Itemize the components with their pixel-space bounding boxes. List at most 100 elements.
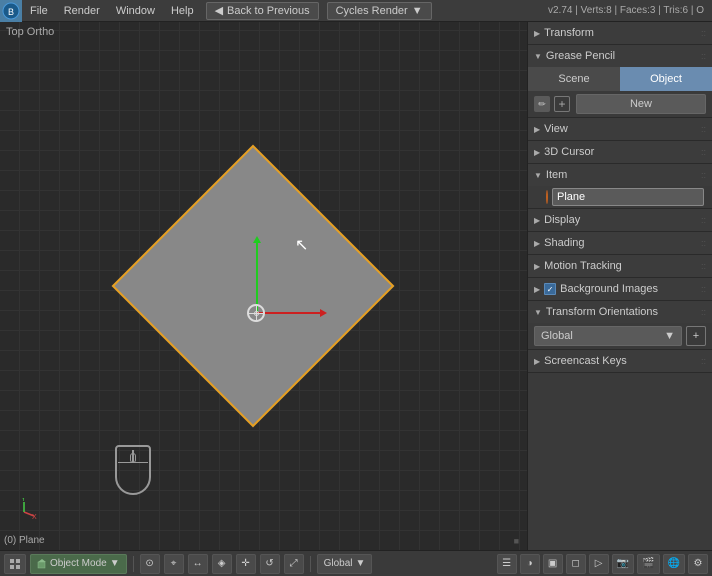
camera-button[interactable]: 📷 [612,554,634,574]
transform-section: Transform :: [528,22,712,45]
object-mode-button[interactable]: Object Mode ▼ [30,554,127,574]
viewport-canvas: Top Ortho ↖ [0,22,527,550]
properties-panel: Transform :: Grease Pencil :: Scene Obje… [527,22,712,550]
snap-button[interactable]: ⌖ [164,554,184,574]
cube-icon [37,559,47,569]
global-dropdown-icon: ▼ [356,558,366,569]
item-name-input[interactable] [552,188,704,206]
back-icon: ◀ [215,4,223,17]
global-label: Global [324,558,353,569]
motion-tracking-header[interactable]: Motion Tracking :: [528,255,712,277]
render-engine-selector[interactable]: Cycles Render ▼ [327,2,432,20]
item-name-row [528,186,712,208]
orientation-dropdown[interactable]: Global ▼ [534,326,682,346]
new-gp-button[interactable]: New [576,94,706,114]
shading-triangle [534,239,540,248]
shading-drag: :: [701,238,706,248]
bg-images-checkbox-wrap [544,283,556,295]
menu-bar: B File Render Window Help ◀ Back to Prev… [0,0,712,22]
gp-content: Scene Object ✏ + New [528,67,712,117]
render-button[interactable]: ◻ [566,554,586,574]
scale-button[interactable]: ⤢ [284,554,304,574]
gp-plus-icon[interactable]: + [554,96,570,112]
bg-images-header[interactable]: Background Images :: [528,278,712,300]
back-to-previous-button[interactable]: ◀ Back to Previous [206,2,319,20]
separator-2 [310,556,311,572]
gp-title: Grease Pencil [546,50,697,62]
tab-scene[interactable]: Scene [528,67,620,91]
menu-help[interactable]: Help [163,0,202,22]
svg-text:B: B [8,7,14,17]
transform-triangle [534,29,540,38]
cursor-drag: :: [701,147,706,157]
item-triangle [534,171,542,180]
view-header[interactable]: View :: [528,118,712,140]
frame-indicator: ■ [514,536,519,546]
orientation-dropdown-icon: ▼ [664,330,675,342]
bottom-toolbar: Object Mode ▼ ⊙ ⌖ ↔ ◈ ✛ ↺ ⤢ Global ▼ ☰ ◑… [0,550,712,576]
transform-header[interactable]: Transform :: [528,22,712,44]
motion-tracking-title: Motion Tracking [544,260,697,272]
layer-button[interactable]: ☰ [497,554,517,574]
blender-logo: B [0,0,22,22]
add-orientation-button[interactable]: + [686,326,706,346]
background-images-section: Background Images :: [528,278,712,301]
to-header[interactable]: Transform Orientations :: [528,301,712,323]
view-menu-button[interactable] [4,554,26,574]
move-button[interactable]: ✛ [236,554,256,574]
menu-file[interactable]: File [22,0,56,22]
cursor-header[interactable]: 3D Cursor :: [528,141,712,163]
plane-mesh [112,145,395,428]
bg-images-drag: :: [701,284,706,294]
orientation-value: Global [541,330,573,342]
global-button[interactable]: Global ▼ [317,554,373,574]
view-section: View :: [528,118,712,141]
display-header[interactable]: Display :: [528,209,712,231]
gp-tools-row: ✏ + New [528,91,712,117]
select-button[interactable]: ◈ [212,554,232,574]
sk-title: Screencast Keys [544,355,697,367]
transform-button[interactable]: ↔ [188,554,208,574]
grease-pencil-header[interactable]: Grease Pencil :: [528,45,712,67]
render-engine-label: Cycles Render [336,5,408,17]
world-button[interactable]: 🌐 [663,554,685,574]
viewport[interactable]: Top Ortho ↖ [0,22,527,550]
plane-object [113,146,393,426]
object-status-label: (0) Plane [4,535,45,546]
shading-toggle[interactable]: ◑ [520,554,540,574]
shading-title: Shading [544,237,697,249]
item-content [528,186,712,208]
pivot-button[interactable]: ⊙ [140,554,160,574]
bg-images-checkbox[interactable] [544,283,556,295]
transform-drag: :: [701,28,706,38]
timeline-button[interactable]: ▷ [589,554,609,574]
object-props-button[interactable]: ⚙ [688,554,708,574]
viewport-shading[interactable]: ▣ [543,554,563,574]
orientation-dropdown-row: Global ▼ + [528,323,712,349]
bg-images-title: Background Images [560,283,697,295]
menu-render[interactable]: Render [56,0,108,22]
motion-tracking-drag: :: [701,261,706,271]
origin-cross-v [256,306,257,320]
grid-icon [9,558,21,570]
display-title: Display [544,214,697,226]
menu-window[interactable]: Window [108,0,163,22]
cursor-triangle [534,148,540,157]
screencast-keys-section: Screencast Keys :: [528,350,712,373]
item-header[interactable]: Item :: [528,164,712,186]
rotate-button[interactable]: ↺ [260,554,280,574]
shading-header[interactable]: Shading :: [528,232,712,254]
scene-button[interactable]: 🎬 [637,554,659,574]
svg-text:Y: Y [21,498,26,503]
sk-header[interactable]: Screencast Keys :: [528,350,712,372]
version-info: v2.74 | Verts:8 | Faces:3 | Tris:6 | O [548,5,712,16]
render-dropdown-icon: ▼ [412,5,423,17]
item-type-icon [546,190,548,204]
gp-draw-icon[interactable]: ✏ [534,96,550,112]
main-area: Top Ortho ↖ [0,22,712,550]
motion-tracking-section: Motion Tracking :: [528,255,712,278]
item-title: Item [546,169,697,181]
tab-object[interactable]: Object [620,67,712,91]
mouse-icon [115,445,151,495]
display-triangle [534,216,540,225]
